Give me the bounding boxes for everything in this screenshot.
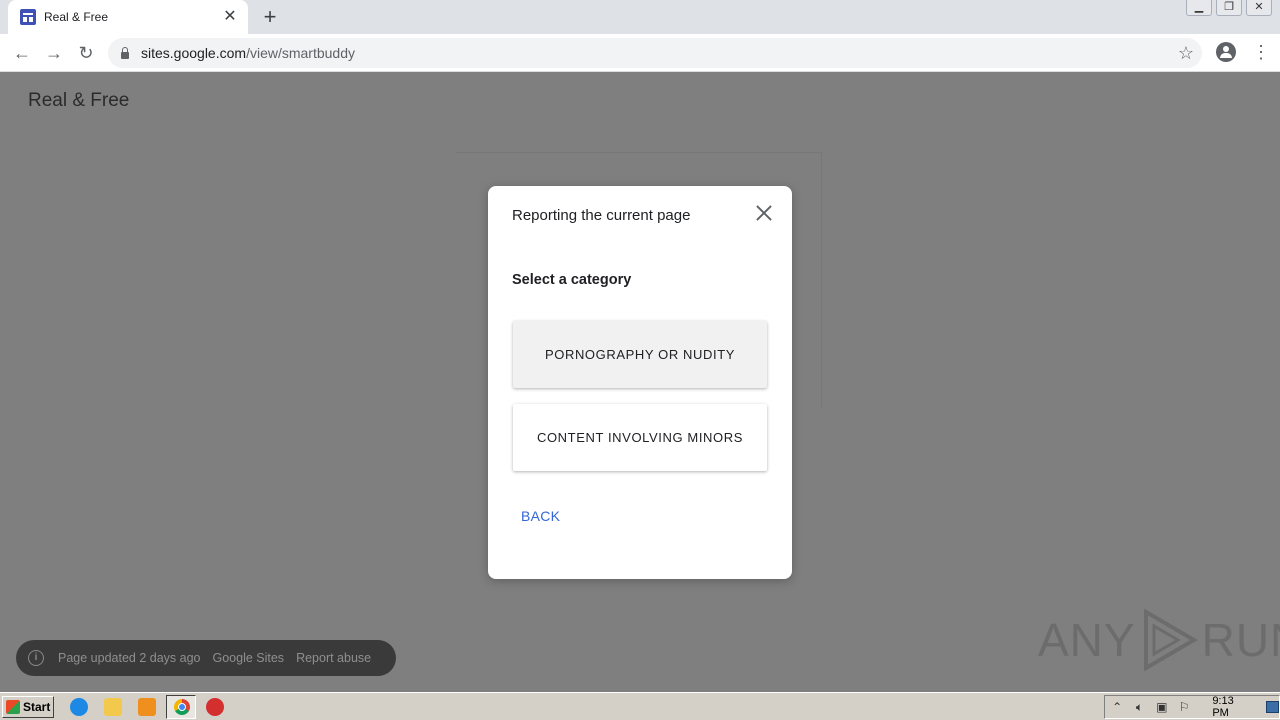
bookmark-star-icon[interactable]: ☆ (1178, 42, 1194, 64)
media-player-icon[interactable] (138, 698, 156, 716)
folder-icon[interactable] (104, 698, 122, 716)
back-button[interactable]: BACK (521, 508, 560, 524)
window-controls: ▁ ❐ ✕ (1186, 0, 1272, 16)
minimize-button[interactable]: ▁ (1186, 0, 1212, 16)
network-icon[interactable]: ▣ (1156, 700, 1168, 714)
back-arrow-icon[interactable]: ← (10, 41, 34, 65)
new-tab-button[interactable]: + (258, 5, 282, 29)
restore-button[interactable]: ❐ (1216, 0, 1242, 16)
show-desktop-icon[interactable] (1266, 701, 1279, 713)
forward-arrow-icon[interactable]: → (42, 41, 66, 65)
url-path: /view/smartbuddy (246, 45, 355, 61)
start-button[interactable]: Start (2, 696, 54, 718)
internet-explorer-icon[interactable] (70, 698, 88, 716)
site-title: Real & Free (28, 90, 130, 111)
flag-icon[interactable]: ⚐ (1178, 700, 1190, 714)
lock-icon (120, 47, 130, 59)
start-label: Start (23, 700, 51, 714)
page-updated-text: Page updated 2 days ago (58, 651, 201, 665)
tab-title: Real & Free (44, 10, 109, 24)
clock: 9:13 PM (1212, 695, 1234, 719)
browser-toolbar: ← → ↻ sites.google.com/view/smartbuddy ☆ (0, 34, 1280, 72)
tray-expand-icon[interactable]: ⌃ (1111, 700, 1123, 714)
dialog-title: Reporting the current page (512, 207, 691, 224)
category-pornography-button[interactable]: PORNOGRAPHY OR NUDITY (513, 321, 767, 388)
browser-menu-icon[interactable]: ⋮ (1252, 42, 1270, 62)
info-icon[interactable]: i (28, 650, 44, 666)
site-footer-bar: i Page updated 2 days ago Google Sites R… (16, 640, 396, 676)
reload-icon[interactable]: ↻ (74, 41, 98, 65)
opera-icon[interactable] (206, 698, 224, 716)
chrome-icon (174, 699, 190, 715)
category-minors-button[interactable]: CONTENT INVOLVING MINORS (513, 404, 767, 471)
taskbar: Start ⌃ 🔈︎ ▣ ⚐ 9:13 PM (0, 692, 1280, 720)
dialog-subtitle: Select a category (512, 272, 632, 288)
watermark-any: ANY (1038, 614, 1136, 666)
close-window-button[interactable]: ✕ (1246, 0, 1272, 16)
address-bar[interactable]: sites.google.com/view/smartbuddy ☆ (108, 38, 1202, 68)
chrome-taskbar-button[interactable] (166, 695, 196, 719)
google-sites-favicon-icon (20, 9, 36, 25)
watermark-run: RUN (1201, 614, 1280, 666)
windows-logo-icon (6, 700, 20, 714)
url-text: sites.google.com/view/smartbuddy (141, 45, 355, 61)
browser-tab[interactable]: Real & Free ✕ (8, 0, 248, 34)
system-tray: ⌃ 🔈︎ ▣ ⚐ 9:13 PM (1104, 695, 1280, 719)
close-icon[interactable] (754, 203, 774, 223)
volume-icon[interactable]: 🔈︎ (1133, 700, 1145, 714)
tab-bar: Real & Free ✕ + ▁ ❐ ✕ (0, 0, 1280, 34)
anyrun-watermark: ANY RUN (1038, 608, 1280, 672)
google-sites-link[interactable]: Google Sites (212, 651, 284, 665)
report-dialog: Reporting the current page Select a cate… (488, 186, 792, 579)
profile-avatar-icon[interactable] (1216, 42, 1236, 62)
tab-close-icon[interactable]: ✕ (222, 9, 238, 25)
play-logo-icon (1143, 608, 1198, 672)
url-domain: sites.google.com (141, 45, 247, 61)
report-abuse-link[interactable]: Report abuse (296, 651, 371, 665)
